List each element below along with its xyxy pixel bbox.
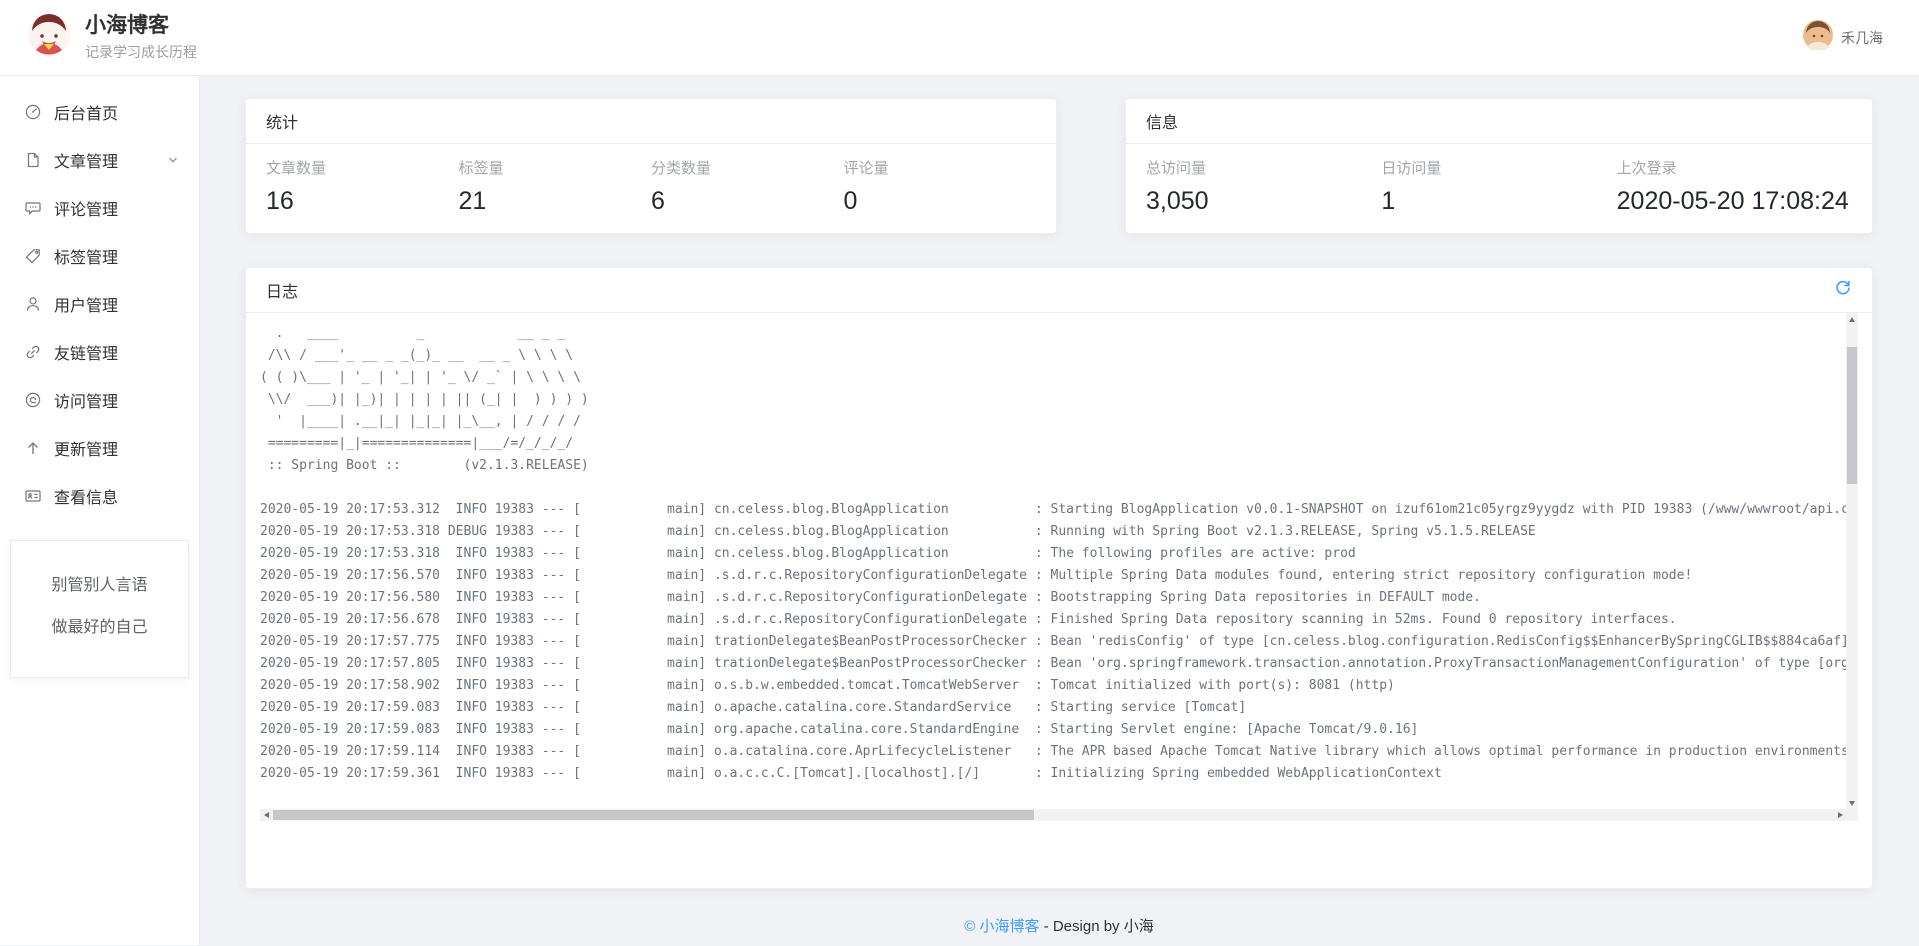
main-content: 统计 文章数量 16 标签量 21 分类数量 6 xyxy=(200,76,1919,945)
site-subtitle: 记录学习成长历程 xyxy=(85,42,197,62)
sidebar-item-users[interactable]: 用户管理 xyxy=(0,280,199,328)
arrow-up-icon xyxy=(24,439,42,457)
info-last-login: 上次登录 2020-05-20 17:08:24 xyxy=(1617,157,1852,216)
stat-label: 评论量 xyxy=(844,157,1037,178)
stat-label: 总访问量 xyxy=(1146,157,1381,178)
sidebar-item-label: 评论管理 xyxy=(54,196,118,220)
stat-value: 21 xyxy=(459,187,652,216)
scroll-left-button[interactable] xyxy=(260,809,272,821)
vertical-scrollbar[interactable] xyxy=(1846,313,1858,809)
footer-site-link[interactable]: © 小海博客 xyxy=(964,918,1039,935)
id-card-icon xyxy=(24,487,42,505)
sidebar-item-label: 查看信息 xyxy=(54,484,118,508)
stat-label: 分类数量 xyxy=(651,157,844,178)
sidebar-item-friend-links[interactable]: 友链管理 xyxy=(0,328,199,376)
sidebar-item-label: 文章管理 xyxy=(54,148,118,172)
stat-value: 16 xyxy=(266,187,459,216)
quote-line-1: 别管别人言语 xyxy=(17,571,182,595)
stat-label: 日访问量 xyxy=(1381,157,1616,178)
comment-icon xyxy=(24,199,42,217)
sidebar-item-view-info[interactable]: 查看信息 xyxy=(0,472,199,520)
stats-card-header: 统计 xyxy=(246,99,1056,144)
info-card: 信息 总访问量 3,050 日访问量 1 上次登录 2020-05-20 17:… xyxy=(1125,98,1873,234)
sidebar-item-label: 标签管理 xyxy=(54,244,118,268)
log-lines: 2020-05-19 20:17:53.312 INFO 19383 --- [… xyxy=(260,499,1846,785)
stat-tags: 标签量 21 xyxy=(459,157,652,216)
sidebar: 后台首页 文章管理 xyxy=(0,76,200,945)
sidebar-quote: 别管别人言语 做最好的自己 xyxy=(10,540,189,678)
dashboard-icon xyxy=(24,103,42,121)
user-avatar xyxy=(1803,20,1833,55)
log-card-title: 日志 xyxy=(266,278,298,302)
scrollbar-corner xyxy=(1846,809,1858,821)
sidebar-item-label: 友链管理 xyxy=(54,340,118,364)
vertical-scroll-thumb[interactable] xyxy=(1847,347,1857,484)
site-logo-icon xyxy=(27,13,71,62)
log-card-header: 日志 xyxy=(246,268,1872,313)
log-content: . ____ _ __ _ _ /\\ / ___'_ __ _ _(_)_ _… xyxy=(260,313,1846,809)
stat-comments: 评论量 0 xyxy=(844,157,1037,216)
sidebar-item-label: 更新管理 xyxy=(54,436,118,460)
site-title: 小海博客 xyxy=(85,13,197,38)
quote-line-2: 做最好的自己 xyxy=(17,613,182,637)
visit-icon xyxy=(24,391,42,409)
sidebar-item-updates[interactable]: 更新管理 xyxy=(0,424,199,472)
scroll-up-button[interactable] xyxy=(1846,313,1858,325)
sidebar-item-articles[interactable]: 文章管理 xyxy=(0,136,199,184)
info-card-title: 信息 xyxy=(1146,109,1178,133)
user-menu[interactable]: 禾几海 xyxy=(1803,20,1883,55)
app-header: 小海博客 记录学习成长历程 禾几海 xyxy=(0,0,1919,76)
sidebar-item-label: 访问管理 xyxy=(54,388,118,412)
refresh-icon xyxy=(1834,279,1852,302)
sidebar-item-label: 用户管理 xyxy=(54,292,118,316)
info-total-visits: 总访问量 3,050 xyxy=(1146,157,1381,216)
stat-value: 2020-05-20 17:08:24 xyxy=(1617,187,1852,216)
brand[interactable]: 小海博客 记录学习成长历程 xyxy=(27,13,197,62)
sidebar-item-label: 后台首页 xyxy=(54,100,118,124)
sidebar-item-comments[interactable]: 评论管理 xyxy=(0,184,199,232)
stat-value: 3,050 xyxy=(1146,187,1381,216)
user-icon xyxy=(24,295,42,313)
stat-label: 标签量 xyxy=(459,157,652,178)
stat-value: 6 xyxy=(651,187,844,216)
page-footer: © 小海博客 - Design by 小海 xyxy=(245,915,1873,936)
horizontal-scroll-thumb[interactable] xyxy=(273,810,1034,820)
refresh-button[interactable] xyxy=(1834,279,1852,302)
sidebar-item-visits[interactable]: 访问管理 xyxy=(0,376,199,424)
stats-card: 统计 文章数量 16 标签量 21 分类数量 6 xyxy=(245,98,1057,234)
document-icon xyxy=(24,151,42,169)
footer-design-text: - Design by 小海 xyxy=(1040,918,1154,935)
link-icon xyxy=(24,343,42,361)
stat-articles: 文章数量 16 xyxy=(266,157,459,216)
horizontal-scrollbar[interactable] xyxy=(260,809,1846,821)
spring-boot-banner: . ____ _ __ _ _ /\\ / ___'_ __ _ _(_)_ _… xyxy=(260,323,1846,477)
chevron-down-icon xyxy=(167,154,179,166)
stat-label: 文章数量 xyxy=(266,157,459,178)
stat-value: 0 xyxy=(844,187,1037,216)
stat-value: 1 xyxy=(1381,187,1616,216)
tag-icon xyxy=(24,247,42,265)
info-daily-visits: 日访问量 1 xyxy=(1381,157,1616,216)
scroll-right-button[interactable] xyxy=(1834,809,1846,821)
stat-categories: 分类数量 6 xyxy=(651,157,844,216)
log-card: 日志 . ____ _ __ _ _ /\\ / ___'_ __ xyxy=(245,267,1873,889)
stat-label: 上次登录 xyxy=(1617,157,1852,178)
sidebar-item-dashboard[interactable]: 后台首页 xyxy=(0,88,199,136)
info-card-header: 信息 xyxy=(1126,99,1872,144)
scroll-down-button[interactable] xyxy=(1846,797,1858,809)
stats-card-title: 统计 xyxy=(266,109,298,133)
log-viewer: . ____ _ __ _ _ /\\ / ___'_ __ _ _(_)_ _… xyxy=(260,313,1858,821)
sidebar-item-tags[interactable]: 标签管理 xyxy=(0,232,199,280)
user-name: 禾几海 xyxy=(1841,28,1883,48)
